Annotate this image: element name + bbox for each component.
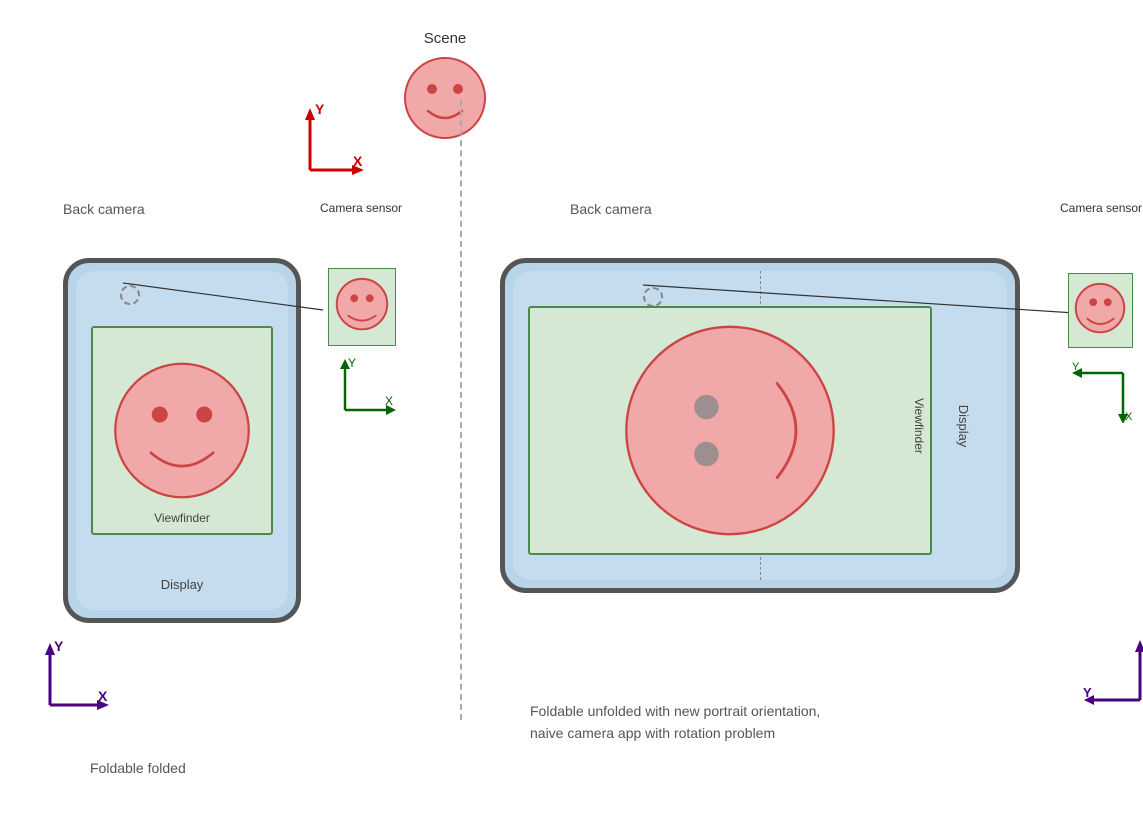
phone-unfolded-screen: Viewfinder Display xyxy=(513,271,1007,580)
axes-bottom-left-svg: Y X xyxy=(30,635,120,715)
phone-folded-screen: Viewfinder Display xyxy=(76,271,288,610)
folded-caption: Foldable folded xyxy=(90,760,186,776)
top-coord-svg: Y X xyxy=(285,100,365,180)
scene-label: Scene xyxy=(424,30,467,47)
coord-axes-top: Y X xyxy=(285,100,365,185)
svg-text:Y: Y xyxy=(348,356,356,370)
svg-text:Y: Y xyxy=(54,638,64,654)
viewfinder-label-left: Viewfinder xyxy=(93,511,271,525)
axes-bottom-right-svg: X Y xyxy=(1080,635,1143,715)
svg-text:Y: Y xyxy=(1083,685,1092,700)
sensor-box-left xyxy=(328,268,396,346)
camera-dot-right xyxy=(643,287,663,307)
svg-text:Y: Y xyxy=(1072,361,1080,373)
svg-text:X: X xyxy=(385,394,393,408)
sensor-axes-right: Y X xyxy=(1068,358,1138,428)
back-camera-label-left: Back camera xyxy=(63,200,145,220)
camera-sensor-label-left: Camera sensor xyxy=(320,200,402,217)
display-label-left: Display xyxy=(76,577,288,592)
svg-text:X: X xyxy=(98,688,108,704)
back-camera-label-right: Back camera xyxy=(570,200,652,220)
page: Scene Y X Back camera Camera sensor xyxy=(0,0,1143,831)
svg-text:X: X xyxy=(1125,411,1133,423)
sensor-face-right xyxy=(1069,274,1132,347)
sensor-box-right xyxy=(1068,273,1133,348)
camera-sensor-label-right: Camera sensor xyxy=(1060,200,1142,217)
camera-dot-left xyxy=(120,285,140,305)
axes-bottom-left: Y X xyxy=(30,635,120,720)
divider xyxy=(460,100,462,720)
display-label-right: Display xyxy=(956,404,971,447)
phone-folded: Viewfinder Display xyxy=(63,258,301,623)
scene-container: Scene xyxy=(400,30,490,143)
sensor-axes-right-svg: Y X xyxy=(1068,358,1138,423)
sensor-axes-left: Y X xyxy=(330,355,400,425)
viewfinder-label-right: Viewfinder xyxy=(912,398,926,454)
unfolded-caption: Foldable unfolded with new portrait orie… xyxy=(530,700,850,745)
axes-bottom-right: X Y xyxy=(1080,635,1143,720)
sensor-face-left xyxy=(329,269,395,345)
viewfinder-left: Viewfinder xyxy=(91,326,273,535)
sensor-axes-left-svg: Y X xyxy=(330,355,400,420)
svg-text:Y: Y xyxy=(315,101,325,117)
scene-face xyxy=(400,53,490,143)
viewfinder-right xyxy=(528,306,932,555)
viewfinder-face-left xyxy=(93,328,271,533)
viewfinder-face-right xyxy=(530,308,930,553)
phone-unfolded: Viewfinder Display xyxy=(500,258,1020,593)
svg-text:X: X xyxy=(353,153,363,169)
